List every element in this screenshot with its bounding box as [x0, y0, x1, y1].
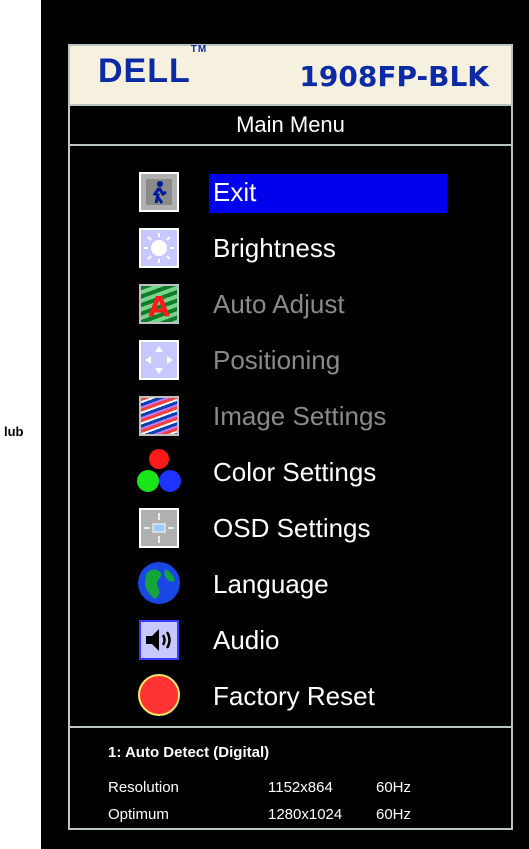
left-page-strip: lub	[0, 0, 41, 849]
osd-settings-icon	[139, 508, 179, 548]
menu-label-positioning: Positioning	[213, 345, 341, 375]
exit-icon	[139, 172, 179, 212]
menu-item-audio[interactable]: Audio	[70, 612, 511, 666]
menu-item-osd-settings[interactable]: OSD Settings	[70, 500, 511, 554]
menu-item-language[interactable]: Language	[70, 556, 511, 610]
dell-logo-text: DELL	[98, 52, 191, 90]
menu-label-osd-settings: OSD Settings	[213, 513, 371, 543]
audio-icon	[139, 620, 179, 660]
input-source-text: 1: Auto Detect (Digital)	[108, 744, 270, 761]
osd-header: DELLTM 1908FP-BLK	[70, 44, 511, 104]
menu-label-language: Language	[213, 569, 329, 599]
resolution-value: 1152x864	[268, 779, 333, 796]
menu-item-image-settings[interactable]: Image Settings	[70, 388, 511, 442]
factory-reset-icon	[137, 673, 181, 717]
menu-item-color-settings[interactable]: Color Settings	[70, 444, 511, 498]
optimum-value: 1280x1024	[268, 806, 343, 823]
menu-label-brightness: Brightness	[213, 233, 336, 263]
language-icon	[137, 561, 181, 605]
menu-label-color-settings: Color Settings	[213, 457, 377, 487]
brightness-icon	[139, 228, 179, 268]
model-name: 1908FP-BLK	[299, 60, 489, 93]
menu-label-auto-adjust: Auto Adjust	[213, 289, 345, 319]
menu-title: Main Menu	[70, 104, 511, 146]
menu-label-image-settings: Image Settings	[213, 401, 387, 431]
osd-main-menu: DELLTM 1908FP-BLK Main Menu Exit Brightn…	[68, 44, 513, 830]
image-settings-icon	[139, 396, 179, 436]
auto-adjust-icon: A	[139, 284, 179, 324]
positioning-icon	[139, 340, 179, 380]
resolution-label: Resolution	[108, 779, 179, 796]
menu-item-exit[interactable]: Exit	[70, 164, 511, 218]
left-page-text: lub	[4, 424, 24, 439]
svg-text:A: A	[148, 290, 170, 321]
resolution-rate: 60Hz	[376, 779, 412, 796]
menu-item-factory-reset[interactable]: Factory Reset	[70, 668, 511, 722]
menu-label-audio: Audio	[213, 625, 280, 655]
menu-item-brightness[interactable]: Brightness	[70, 220, 511, 274]
menu-label-exit: Exit	[213, 177, 257, 207]
dell-logo: DELLTM	[98, 44, 207, 91]
status-divider	[70, 726, 511, 728]
menu-label-factory-reset: Factory Reset	[213, 681, 375, 711]
menu-item-auto-adjust[interactable]: A Auto Adjust	[70, 276, 511, 330]
menu-item-positioning[interactable]: Positioning	[70, 332, 511, 386]
optimum-label: Optimum	[108, 806, 169, 823]
trademark-mark: TM	[190, 43, 208, 55]
optimum-rate: 60Hz	[376, 806, 412, 823]
color-settings-icon	[136, 448, 182, 494]
